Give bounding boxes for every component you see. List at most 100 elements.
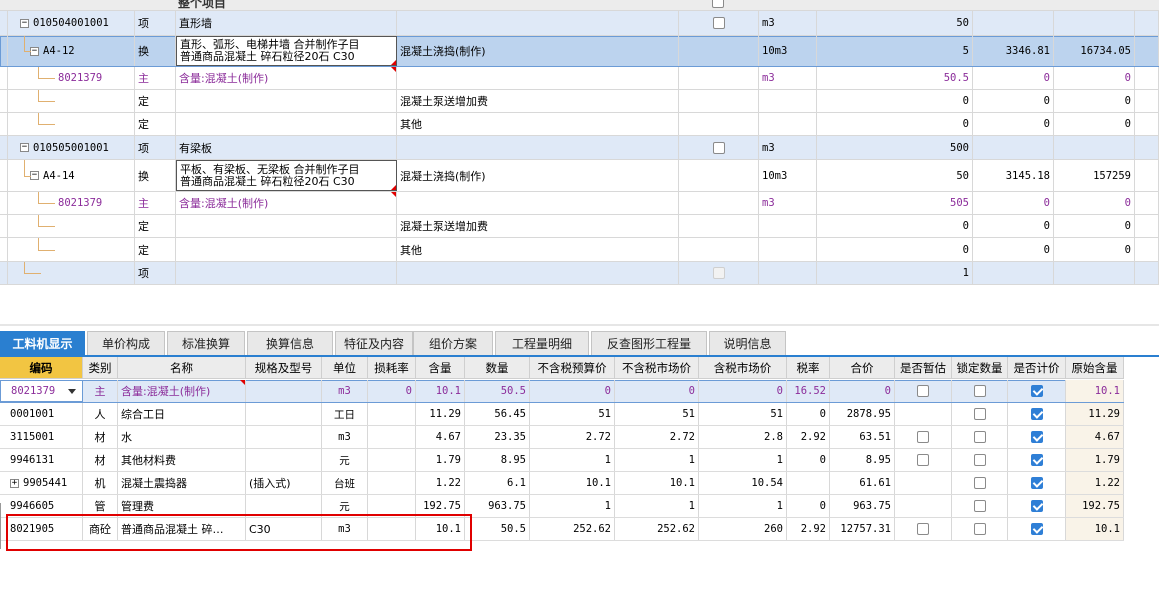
row-price: 0 <box>1043 243 1050 256</box>
top-row[interactable]: −010504001001 项直形墙 m3 50 <box>0 11 1159 36</box>
lock-qty-checkbox[interactable] <box>973 431 986 443</box>
material-code: 0001001 <box>10 408 55 420</box>
lock-qty-checkbox[interactable] <box>973 500 986 512</box>
top-row[interactable]: 项1 <box>0 262 1159 285</box>
row-qty: 50 <box>956 17 969 29</box>
top-row[interactable]: 定 混凝土泵送增加费 0 0 0 <box>0 215 1159 238</box>
lock-qty-checkbox[interactable] <box>973 477 986 489</box>
col-header-budget-price[interactable]: 不含税预算价 <box>530 357 615 379</box>
col-header-lock-qty[interactable]: 锁定数量 <box>952 357 1008 379</box>
priced-checkbox[interactable] <box>1030 431 1043 443</box>
col-header-code[interactable]: 编码 <box>0 357 83 379</box>
tab-5[interactable]: 组价方案 <box>413 331 493 355</box>
col-header-loss-rate[interactable]: 损耗率 <box>368 357 416 379</box>
col-header-name[interactable]: 名称 <box>118 357 246 379</box>
priced-checkbox[interactable] <box>1030 523 1043 535</box>
col-header-quantity[interactable]: 数量 <box>465 357 530 379</box>
lock-qty-checkbox[interactable] <box>973 454 986 466</box>
lock-qty-checkbox[interactable] <box>973 385 986 397</box>
row-total: 16734.05 <box>1080 45 1131 57</box>
col-header-tax-market-price[interactable]: 含税市场价 <box>699 357 787 379</box>
tab-1[interactable]: 单价构成 <box>87 331 165 355</box>
cell-loss-rate <box>368 403 416 425</box>
value-total: 8.95 <box>865 454 891 466</box>
col-header-category[interactable]: 类别 <box>83 357 118 379</box>
col-header-priced[interactable]: 是否计价 <box>1008 357 1066 379</box>
cell-price: 0 <box>973 215 1054 237</box>
col-header-provisional[interactable]: 是否暂估 <box>895 357 952 379</box>
cell-budget-price: 10.1 <box>530 472 615 494</box>
cell-total: 0 <box>1054 215 1135 237</box>
row-spec: 混凝土浇捣(制作) <box>400 169 486 183</box>
col-header-orig-content[interactable]: 原始含量 <box>1066 357 1124 379</box>
provisional-checkbox[interactable] <box>712 17 725 29</box>
tab-0[interactable]: 工料机显示 <box>0 331 85 355</box>
col-header-spec[interactable]: 规格及型号 <box>246 357 322 379</box>
cell-market-price: 1 <box>615 495 699 517</box>
col-header-market-price[interactable]: 不含税市场价 <box>615 357 699 379</box>
material-row[interactable]: 3115001 材 水 m3 4.67 23.35 2.72 2.72 2.8 2.92 63.51… <box>0 426 1124 449</box>
cell-name: 混凝土震捣器 <box>118 472 246 494</box>
top-row[interactable]: 8021379 主 含量:混凝土(制作) m3 505 0 0 <box>0 192 1159 215</box>
material-row[interactable]: 0001001 人 综合工日 工日 11.29 56.45 51 51 51 0 2878.95 11… <box>0 403 1124 426</box>
value-tax-market-price: 0 <box>776 385 783 397</box>
cell-code <box>8 262 135 284</box>
tree-line <box>38 67 55 79</box>
cell-market-price: 51 <box>615 403 699 425</box>
expand-icon[interactable]: + <box>10 478 19 488</box>
value-loss-rate: 0 <box>405 385 412 397</box>
provisional-checkbox[interactable] <box>917 431 929 443</box>
cell-qty: 50.5 <box>817 67 973 89</box>
collapse-icon[interactable]: − <box>30 46 39 56</box>
tab-3[interactable]: 换算信息 <box>247 331 333 355</box>
material-row[interactable]: +9905441 机 混凝土震捣器 (插入式) 台班 1.22 6.1 10.1 10.1 10.… <box>0 472 1124 495</box>
cell-total <box>1054 262 1135 284</box>
col-header-tax-rate[interactable]: 税率 <box>787 357 830 379</box>
collapse-icon[interactable]: − <box>30 171 39 180</box>
provisional-checkbox[interactable] <box>917 385 929 397</box>
priced-checkbox[interactable] <box>1030 408 1043 420</box>
col-header-content[interactable]: 含量 <box>416 357 465 379</box>
top-row[interactable]: − A4-14 换平板、有梁板、无梁板 合并制作子目 普通商品混凝土 碎石粒径20石 … <box>0 160 1159 192</box>
tab-7[interactable]: 反查图形工程量 <box>591 331 707 355</box>
priced-checkbox[interactable] <box>1030 454 1043 466</box>
tab-2[interactable]: 标准换算 <box>167 331 245 355</box>
value-market-price: 1 <box>688 500 695 512</box>
priced-checkbox[interactable] <box>1030 477 1043 489</box>
cell-priced <box>1008 403 1066 425</box>
material-row[interactable]: 8021379 主 含量:混凝土(制作) m3 0 10.1 50.5 0 0 0 16.52 0 10… <box>0 380 1124 403</box>
value-tax-rate: 16.52 <box>794 385 826 397</box>
value-tax-market-price: 1 <box>776 500 783 512</box>
lock-qty-checkbox[interactable] <box>973 408 986 420</box>
priced-checkbox[interactable] <box>1030 385 1043 397</box>
tab-4[interactable]: 特征及内容 <box>335 331 413 355</box>
cell-lock-qty <box>952 426 1008 448</box>
collapse-icon[interactable]: − <box>20 18 29 28</box>
header-checkbox[interactable] <box>712 0 724 8</box>
col-header-total[interactable]: 合价 <box>830 357 895 379</box>
top-row[interactable]: 定 其他 0 0 0 <box>0 238 1159 262</box>
top-row[interactable]: 8021379 主 含量:混凝土(制作) m3 50.5 0 0 <box>0 67 1159 90</box>
value-category: 材 <box>94 431 106 444</box>
provisional-checkbox[interactable] <box>917 454 929 466</box>
material-row[interactable]: 9946131 材 其他材料费 元 1.79 8.95 1 1 1 0 8.95 1.79 <box>0 449 1124 472</box>
material-code: 3115001 <box>10 431 55 443</box>
top-row[interactable]: 定 其他 0 0 0 <box>0 113 1159 136</box>
priced-checkbox[interactable] <box>1030 500 1043 512</box>
col-header-unit[interactable]: 单位 <box>322 357 368 379</box>
value-budget-price: 252.62 <box>573 523 611 535</box>
value-content: 4.67 <box>435 431 461 443</box>
provisional-checkbox[interactable] <box>712 141 725 154</box>
collapse-icon[interactable]: − <box>20 143 29 152</box>
top-row[interactable]: −010505001001 项有梁板 m3 500 <box>0 136 1159 160</box>
cell-qty: 0 <box>817 238 973 261</box>
tab-6[interactable]: 工程量明细 <box>495 331 589 355</box>
provisional-checkbox[interactable] <box>917 523 929 535</box>
value-name: 水 <box>121 431 132 444</box>
top-row[interactable]: − A4-12 换直形、弧形、电梯井墙 合并制作子目 普通商品混凝土 碎石粒径20石 … <box>0 36 1159 67</box>
tab-8[interactable]: 说明信息 <box>709 331 786 355</box>
lock-qty-checkbox[interactable] <box>973 523 986 535</box>
dropdown-arrow-icon[interactable] <box>68 389 76 394</box>
cell-unit: m3 <box>322 380 368 402</box>
top-row[interactable]: 定 混凝土泵送增加费 0 0 0 <box>0 90 1159 113</box>
